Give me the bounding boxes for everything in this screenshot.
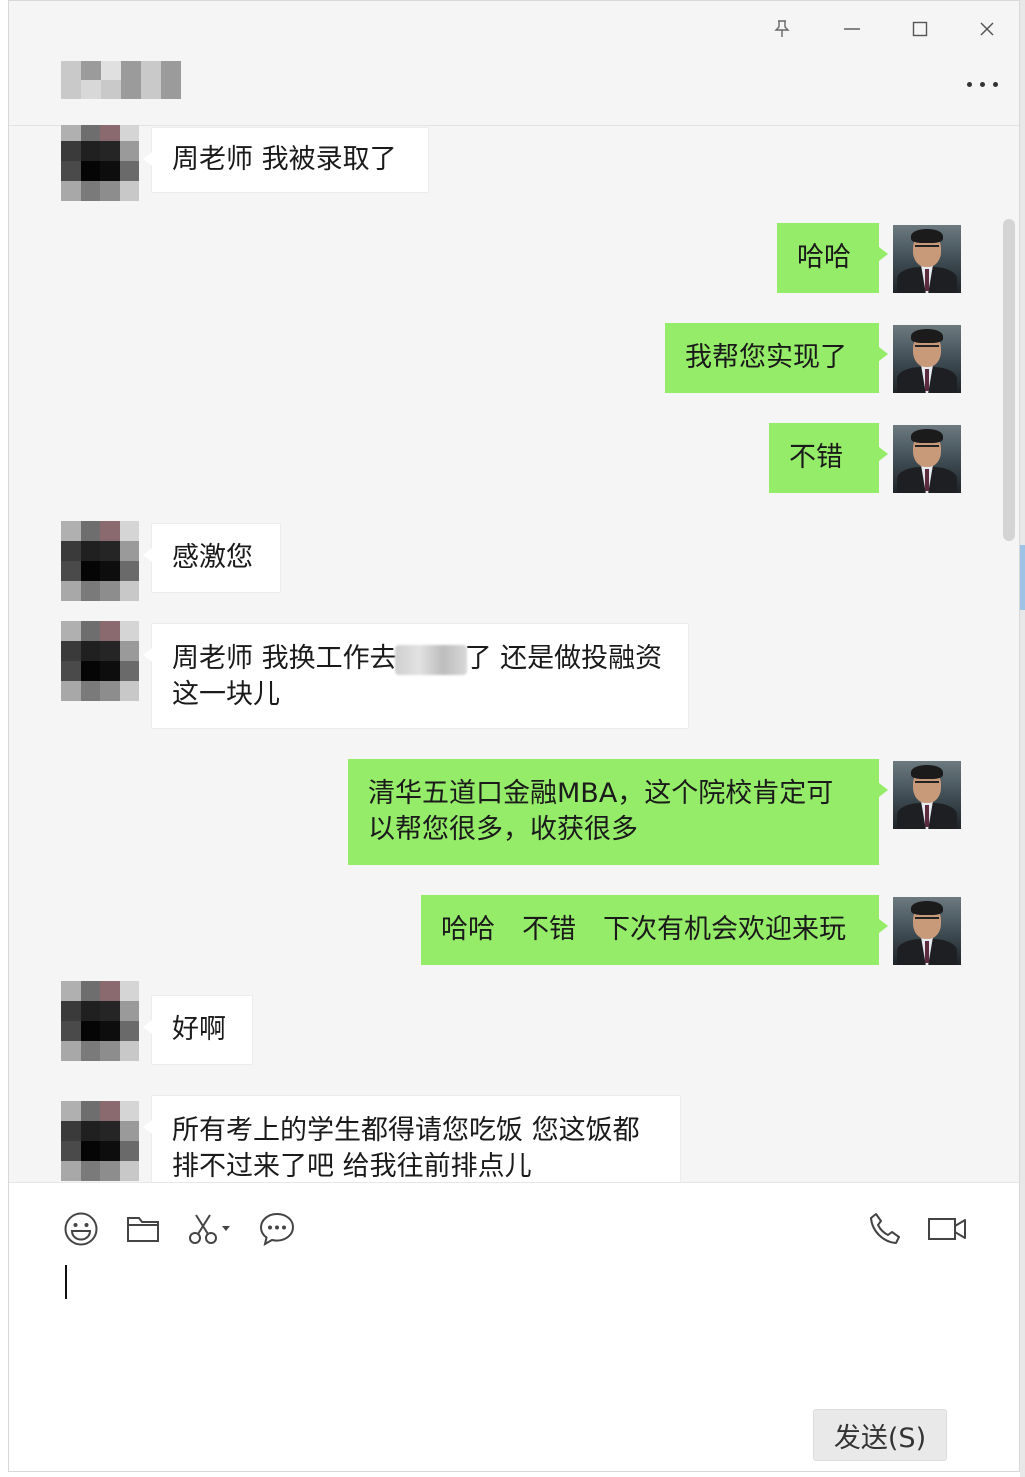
message-text: 我帮您实现了	[685, 342, 847, 373]
message-bubble[interactable]: 周老师 我被录取了	[143, 127, 429, 193]
message-text: 感激您	[172, 542, 253, 573]
message-bubble[interactable]: 好啊	[143, 995, 253, 1065]
message-input[interactable]	[49, 1259, 989, 1389]
contact-avatar[interactable]	[61, 521, 139, 601]
text-caret	[65, 1265, 67, 1299]
send-button[interactable]: 发送(S)	[813, 1409, 947, 1461]
message-line: 这一块儿	[172, 679, 280, 710]
message-bubble[interactable]: 感激您	[143, 523, 281, 593]
message-line: 所有考上的学生都得请您吃饭 您这饭都	[172, 1115, 640, 1146]
message-bubble[interactable]: 清华五道口金融MBA，这个院校肯定可 以帮您很多，收获很多	[348, 759, 888, 865]
contact-avatar[interactable]	[61, 125, 139, 201]
message-text: 好啊	[172, 1014, 226, 1045]
contact-avatar[interactable]	[61, 981, 139, 1061]
contact-avatar[interactable]	[61, 621, 139, 701]
message-line: 周老师 我换工作去了 还是做投融资	[172, 643, 663, 675]
title-bar	[9, 1, 1019, 126]
pin-icon[interactable]	[767, 15, 797, 43]
phone-icon[interactable]	[865, 1209, 905, 1249]
message-list[interactable]: 周老师 我被录取了 哈哈 我帮您实现了 不错 感激您 周老师 我换工作去 了 还…	[9, 125, 1019, 1182]
folder-icon[interactable]	[123, 1209, 163, 1249]
close-icon[interactable]	[972, 15, 1002, 43]
message-bubble[interactable]: 周老师 我换工作去了 还是做投融资 这一块儿	[143, 623, 689, 729]
message-line: 排不过来了吧 给我往前排点儿	[172, 1151, 532, 1182]
scissors-icon[interactable]	[185, 1209, 235, 1249]
chat-bubble-icon[interactable]	[257, 1209, 297, 1249]
message-bubble[interactable]: 不错	[769, 423, 888, 493]
scrollbar-thumb[interactable]	[1003, 219, 1015, 541]
message-line: 清华五道口金融MBA，这个院校肯定可	[368, 778, 834, 809]
message-bubble[interactable]: 哈哈 不错 下次有机会欢迎来玩	[421, 895, 888, 965]
my-avatar[interactable]	[893, 225, 961, 293]
my-avatar[interactable]	[893, 425, 961, 493]
contact-avatar[interactable]	[61, 1101, 139, 1181]
message-text: 哈哈	[797, 242, 851, 273]
video-icon[interactable]	[925, 1209, 969, 1249]
contact-name-redacted	[61, 61, 181, 99]
message-text: 哈哈 不错 下次有机会欢迎来玩	[441, 914, 846, 945]
background-window-edge	[1020, 0, 1025, 1477]
message-text: 周老师 我被录取了	[172, 144, 397, 175]
maximize-icon[interactable]	[905, 15, 935, 43]
more-dot-icon	[966, 81, 972, 87]
more-options-button[interactable]	[957, 71, 1007, 97]
message-line: 以帮您很多，收获很多	[368, 814, 638, 845]
redacted-text	[394, 644, 467, 675]
my-avatar[interactable]	[893, 897, 961, 965]
chat-window: 周老师 我被录取了 哈哈 我帮您实现了 不错 感激您 周老师 我换工作去 了 还…	[8, 0, 1020, 1472]
message-text: 不错	[789, 442, 843, 473]
compose-area: 发送(S)	[9, 1182, 1019, 1471]
message-bubble[interactable]: 所有考上的学生都得请您吃饭 您这饭都 排不过来了吧 给我往前排点儿	[143, 1095, 681, 1182]
my-avatar[interactable]	[893, 761, 961, 829]
emoji-icon[interactable]	[61, 1209, 101, 1249]
my-avatar[interactable]	[893, 325, 961, 393]
minimize-icon[interactable]	[837, 15, 867, 43]
message-bubble[interactable]: 哈哈	[777, 223, 888, 293]
message-bubble[interactable]: 我帮您实现了	[665, 323, 888, 393]
